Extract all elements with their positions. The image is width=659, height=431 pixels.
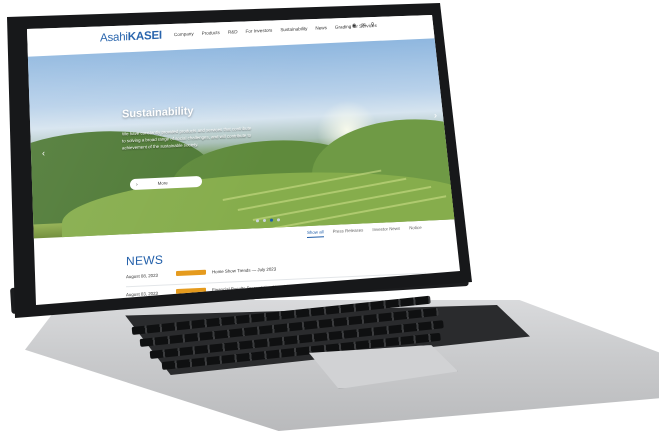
nav-item-news[interactable]: News [315,25,327,31]
logo-text-asahi: Asahi [100,31,128,45]
nav-item-products[interactable]: Products [202,30,220,36]
chevron-left-icon[interactable]: ‹ [42,148,45,158]
news-heading: NEWS [126,252,164,269]
tab-press-releases[interactable]: Press Releases [333,227,364,236]
slide-dot[interactable] [263,218,266,223]
news-headline[interactable]: Home Show Trends — July 2023 [212,266,276,274]
website: AsahiKASEI Company Products R&D For Inve… [27,15,460,305]
hero-banner: Sustainability We have constantly provid… [27,36,460,240]
hero-title: Sustainability [122,105,194,121]
nav-item-rd[interactable]: R&D [228,29,238,34]
nav-menu: Company Products R&D For Investors Susta… [174,23,377,37]
site-logo[interactable]: AsahiKASEI [100,30,162,45]
contact-icon[interactable]: ✉ [361,22,365,28]
tab-notice[interactable]: Notice [409,225,421,234]
news-category-badge [176,269,206,277]
nav-item-investors[interactable]: For Investors [246,28,273,34]
nav-item-sustainability[interactable]: Sustainability [280,26,307,32]
news-tabs: Show all Press Releases Investor News No… [307,225,422,239]
tab-investor-news[interactable]: Investor News [372,226,400,235]
chevron-right-icon[interactable]: › [434,110,437,120]
hero-more-label: More [157,180,168,186]
logo-text-kasei: KASEI [127,29,162,44]
tab-show-all[interactable]: Show all [307,229,324,239]
globe-icon[interactable]: ◉ [352,23,356,29]
news-date: August 08, 2023 [126,272,158,280]
nav-item-company[interactable]: Company [174,31,194,37]
search-icon[interactable]: ⚲ [371,22,375,28]
slide-dot[interactable] [277,218,280,222]
slide-dot-active[interactable] [270,218,273,222]
arrow-right-icon: › [136,181,138,188]
nav-icons: ◉ ✉ ⚲ [352,22,374,29]
slide-dot[interactable] [256,219,259,223]
